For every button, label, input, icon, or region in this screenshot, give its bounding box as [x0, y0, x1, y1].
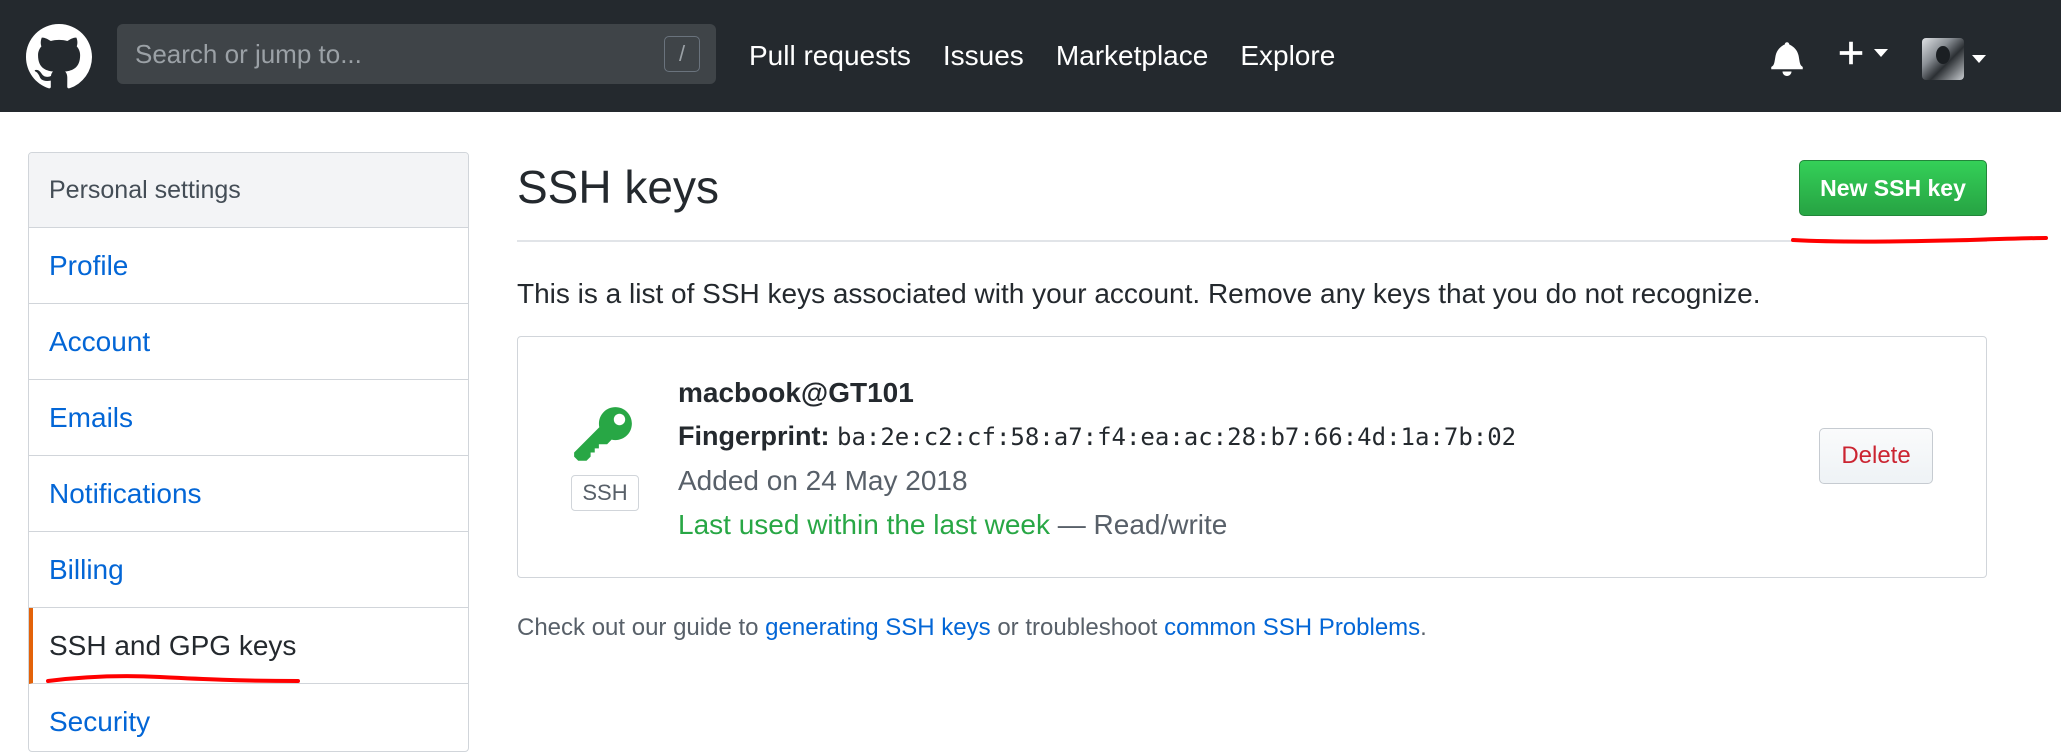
new-ssh-key-button[interactable]: New SSH key	[1799, 160, 1987, 216]
usage-separator: —	[1057, 509, 1086, 540]
sidebar-item-account[interactable]: Account	[29, 304, 468, 380]
bell-icon[interactable]	[1771, 40, 1803, 76]
user-menu[interactable]	[1922, 38, 1986, 80]
search-box[interactable]: /	[117, 24, 716, 84]
sidebar-title: Personal settings	[29, 153, 468, 228]
key-added-date: Added on 24 May 2018	[678, 465, 968, 496]
help-middle: or troubleshoot	[997, 614, 1158, 641]
help-suffix: .	[1420, 614, 1427, 641]
chevron-down-icon	[1972, 55, 1986, 63]
key-name: macbook@GT101	[678, 377, 914, 408]
top-navigation-bar: / Pull requests Issues Marketplace Explo…	[0, 0, 2061, 112]
create-new-menu[interactable]	[1836, 38, 1888, 68]
key-last-used: Last used within the last week	[678, 509, 1050, 540]
title-divider	[517, 240, 1987, 242]
nav-marketplace[interactable]: Marketplace	[1056, 40, 1209, 72]
sidebar-item-profile[interactable]: Profile	[29, 228, 468, 304]
key-usage: Last used within the last week — Read/wr…	[678, 509, 1227, 541]
nav-pull-requests[interactable]: Pull requests	[749, 40, 911, 72]
sidebar-item-notifications[interactable]: Notifications	[29, 456, 468, 532]
key-type-label: SSH	[571, 475, 639, 511]
intro-text: This is a list of SSH keys associated wi…	[517, 278, 1761, 309]
chevron-down-icon	[1874, 49, 1888, 57]
avatar	[1922, 38, 1964, 80]
nav-explore[interactable]: Explore	[1240, 40, 1335, 72]
settings-sidebar: Personal settings Profile Account Emails…	[28, 152, 469, 752]
help-note: Check out our guide to generating SSH ke…	[517, 614, 1427, 642]
key-access-mode: Read/write	[1093, 509, 1228, 540]
generating-ssh-keys-link[interactable]: generating SSH keys	[765, 614, 990, 641]
sidebar-item-billing[interactable]: Billing	[29, 532, 468, 608]
sidebar-item-ssh-gpg-keys[interactable]: SSH and GPG keys	[29, 608, 468, 684]
nav-issues[interactable]: Issues	[943, 40, 1024, 72]
search-shortcut-hint: /	[664, 36, 700, 72]
fingerprint-label: Fingerprint:	[678, 421, 830, 451]
page-title: SSH keys	[517, 161, 719, 213]
github-logo-icon[interactable]	[26, 24, 92, 90]
common-ssh-problems-link[interactable]: common SSH Problems	[1164, 614, 1420, 641]
plus-icon	[1839, 41, 1863, 65]
help-prefix: Check out our guide to	[517, 614, 759, 641]
key-fingerprint: Fingerprint: ba:2e:c2:cf:58:a7:f4:ea:ac:…	[678, 421, 1516, 452]
delete-key-button[interactable]: Delete	[1819, 428, 1933, 484]
ssh-key-item: SSH macbook@GT101 Fingerprint: ba:2e:c2:…	[517, 336, 1987, 578]
search-input[interactable]	[133, 37, 664, 71]
fingerprint-value: ba:2e:c2:cf:58:a7:f4:ea:ac:28:b7:66:4d:1…	[837, 423, 1517, 451]
main-nav: Pull requests Issues Marketplace Explore	[749, 0, 1367, 112]
sidebar-item-security[interactable]: Security	[29, 684, 468, 751]
sidebar-item-emails[interactable]: Emails	[29, 380, 468, 456]
key-icon	[574, 407, 632, 461]
